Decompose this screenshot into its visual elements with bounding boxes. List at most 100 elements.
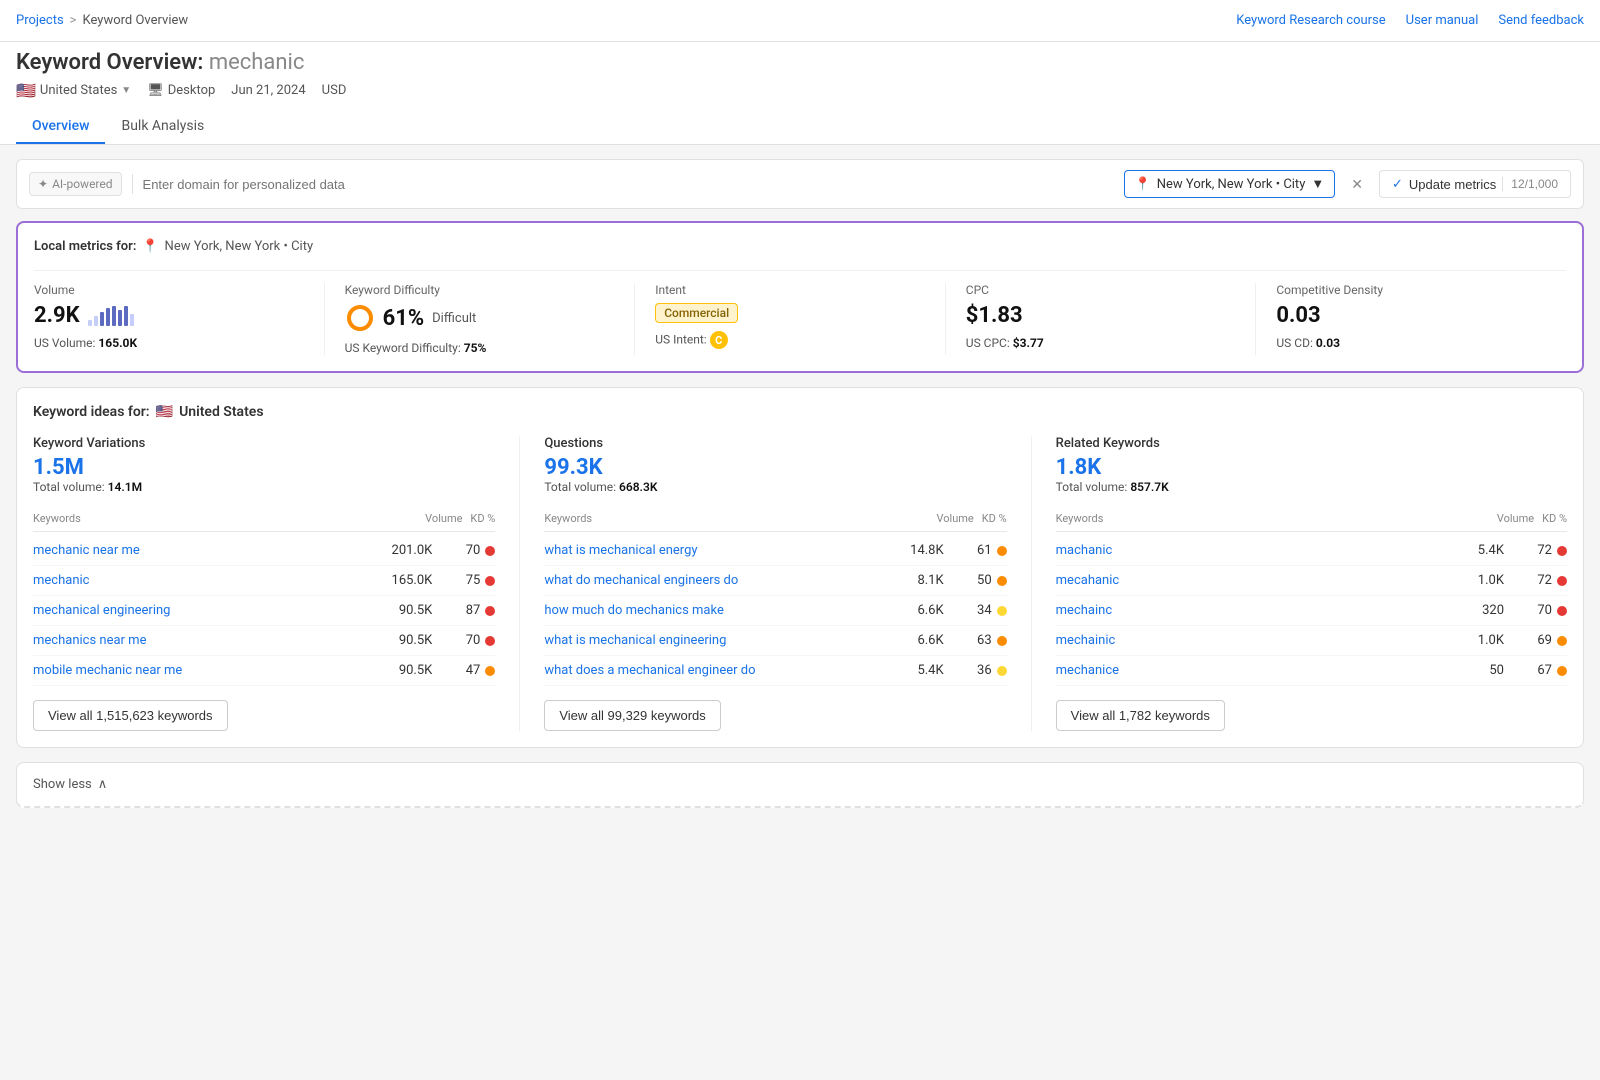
keyword-link[interactable]: mechanics near me [33,633,369,648]
kd-value: 47 [466,663,481,678]
keyword-link[interactable]: mobile mechanic near me [33,663,369,678]
related-table-header: Keywords Volume KD % [1056,506,1567,532]
country-label: United States [40,83,117,98]
volume-value: 14.8K [889,543,944,558]
variations-table-body: mechanic near me 201.0K 70 mechanic 165.… [33,536,495,686]
local-metrics-header: Local metrics for: 📍 New York, New York … [34,239,1566,254]
kd-cell: 72 [1512,543,1567,558]
kd-indicator [485,666,495,676]
kd-indicator [1557,546,1567,556]
kd-value: 87 [466,603,481,618]
country-dropdown-icon: ▼ [121,85,131,96]
volume-value: 8.1K [889,573,944,588]
kd-value: 61 [977,543,992,558]
kd-indicator [485,606,495,616]
breadcrumb: Projects > Keyword Overview [16,13,188,28]
breadcrumb-projects[interactable]: Projects [16,13,64,28]
page-header: Keyword Overview: mechanic 🇺🇸 United Sta… [0,42,1600,145]
tab-bulk-analysis[interactable]: Bulk Analysis [105,110,220,144]
table-row: what is mechanical engineering 6.6K 63 [544,626,1006,656]
top-bar-links: Keyword Research course User manual Send… [1236,13,1584,28]
keyword-link[interactable]: mechanic [33,573,369,588]
view-all-questions-button[interactable]: View all 99,329 keywords [544,700,720,731]
intent-badge: Commercial [655,303,738,323]
table-row: how much do mechanics make 6.6K 34 [544,596,1006,626]
location-label: New York, New York • City [1157,177,1306,192]
update-metrics-count: 12/1,000 [1502,177,1558,191]
table-row: mechainc 320 70 [1056,596,1567,626]
chevron-up-icon: ∧ [98,777,108,792]
keyword-link[interactable]: mechanice [1056,663,1441,678]
send-feedback-link[interactable]: Send feedback [1498,13,1584,28]
variations-column: Keyword Variations 1.5M Total volume: 14… [33,436,520,731]
volume-value: 50 [1449,663,1504,678]
kd-cell: 87 [440,603,495,618]
kd-indicator [485,546,495,556]
kd-indicator [1557,636,1567,646]
related-table-body: machanic 5.4K 72 mecahanic 1.0K 72 mecha… [1056,536,1567,686]
meta-row: 🇺🇸 United States ▼ 🖥 Desktop Jun 21, 202… [16,81,1584,100]
toolbar-separator [132,174,133,194]
volume-value: 90.5K [377,603,432,618]
table-row: machanic 5.4K 72 [1056,536,1567,566]
kd-indicator [1557,606,1567,616]
user-manual-link[interactable]: User manual [1406,13,1479,28]
kd-cell: 70 [1512,603,1567,618]
ideas-grid: Keyword Variations 1.5M Total volume: 14… [33,436,1567,731]
tabs-row: Overview Bulk Analysis [16,110,1584,144]
view-all-variations-button[interactable]: View all 1,515,623 keywords [33,700,228,731]
kd-value: 70 [466,633,481,648]
kd-cell: 36 [952,663,1007,678]
device-selector[interactable]: 🖥 Desktop [147,83,215,98]
volume-chart [88,306,134,326]
keyword-ideas-header: Keyword ideas for: 🇺🇸 United States [33,404,1567,420]
metric-intent: Intent Commercial US Intent: C [655,283,946,355]
domain-input[interactable] [143,173,1114,196]
kd-cell: 50 [952,573,1007,588]
metric-volume: Volume 2.9K US Volume: [34,283,325,355]
volume-value: 201.0K [377,543,432,558]
table-row: mechainic 1.0K 69 [1056,626,1567,656]
keyword-link[interactable]: what does a mechanical engineer do [544,663,880,678]
update-metrics-button[interactable]: ✓ Update metrics 12/1,000 [1379,170,1571,198]
kd-value: 70 [466,543,481,558]
show-less-label: Show less [33,777,92,792]
keyword-link[interactable]: mechainic [1056,633,1441,648]
date-label: Jun 21, 2024 [231,83,305,98]
show-less-row[interactable]: Show less ∧ [16,762,1584,808]
variations-table-header: Keywords Volume KD % [33,506,495,532]
kd-cell: 70 [440,633,495,648]
kd-value: 72 [1537,573,1552,588]
keyword-link[interactable]: mechanical engineering [33,603,369,618]
tab-overview[interactable]: Overview [16,110,105,144]
kd-value: 72 [1537,543,1552,558]
volume-value: 6.6K [889,633,944,648]
volume-value: 90.5K [377,663,432,678]
keyword-link[interactable]: machanic [1056,543,1441,558]
location-selector[interactable]: 📍 New York, New York • City ▼ [1124,170,1336,198]
country-selector[interactable]: 🇺🇸 United States ▼ [16,81,131,100]
us-flag-ideas: 🇺🇸 [156,404,173,420]
kd-value: 63 [977,633,992,648]
keyword-ideas-section: Keyword ideas for: 🇺🇸 United States Keyw… [16,387,1584,748]
keyword-link[interactable]: what is mechanical energy [544,543,880,558]
volume-value: 90.5K [377,633,432,648]
questions-column: Questions 99.3K Total volume: 668.3K Key… [544,436,1031,731]
keyword-link[interactable]: mechanic near me [33,543,369,558]
table-row: mechanics near me 90.5K 70 [33,626,495,656]
table-row: mechanice 50 67 [1056,656,1567,686]
location-close-button[interactable]: ✕ [1345,174,1369,195]
keyword-link[interactable]: what do mechanical engineers do [544,573,880,588]
check-icon: ✓ [1392,176,1403,192]
kd-indicator [997,606,1007,616]
view-all-related-button[interactable]: View all 1,782 keywords [1056,700,1225,731]
keyword-link[interactable]: mecahanic [1056,573,1441,588]
kd-cell: 67 [1512,663,1567,678]
keyword-research-course-link[interactable]: Keyword Research course [1236,13,1385,28]
kd-value: 67 [1537,663,1552,678]
keyword-link[interactable]: what is mechanical engineering [544,633,880,648]
breadcrumb-separator: > [70,13,77,28]
related-column: Related Keywords 1.8K Total volume: 857.… [1056,436,1567,731]
keyword-link[interactable]: how much do mechanics make [544,603,880,618]
keyword-link[interactable]: mechainc [1056,603,1441,618]
